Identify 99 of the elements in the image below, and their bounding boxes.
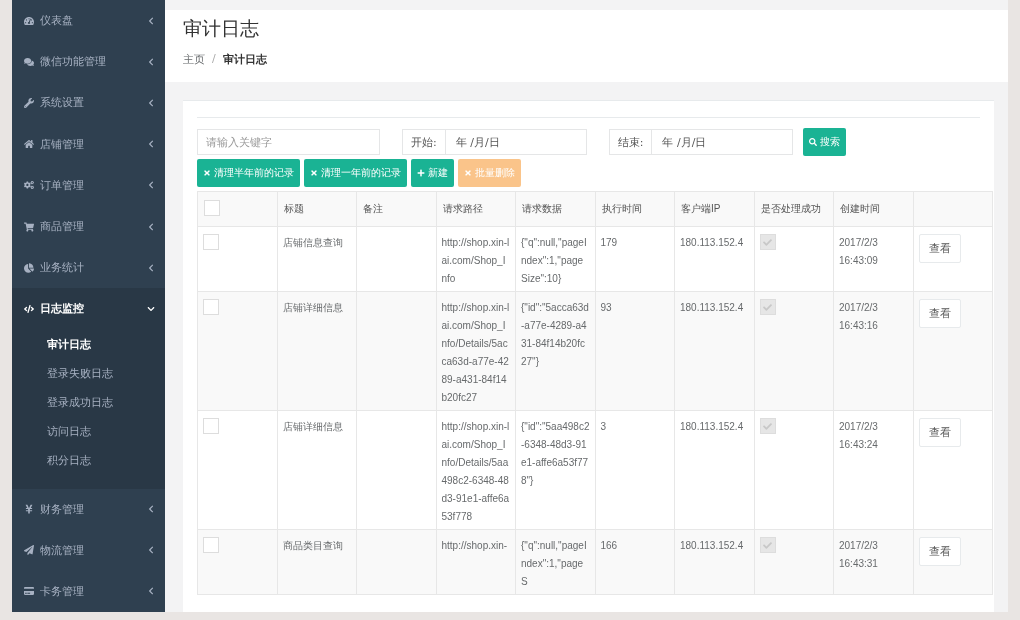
table-cell: http://shop.xin-: [436, 529, 516, 595]
column-header: 请求路径: [436, 191, 516, 227]
chevron-left-icon: [147, 98, 155, 107]
table-cell: 180.113.152.4: [674, 529, 754, 595]
sidebar-item[interactable]: 商品管理: [12, 205, 165, 248]
checkbox[interactable]: [203, 299, 219, 315]
sidebar-item[interactable]: 业务统计: [12, 247, 165, 289]
table-cell: http://shop.xin-lai.com/Shop_Info/Details/5aa498c2-6348-48d3-91e1-affe6a53f778: [436, 410, 516, 530]
sidebar-item[interactable]: 财务管理: [12, 488, 165, 530]
end-date-box[interactable]: 结束: 年 /月/日: [608, 129, 794, 155]
close-icon: [203, 169, 211, 177]
sidebar-item[interactable]: 日志监控: [12, 288, 165, 330]
close-icon: [310, 169, 318, 177]
table-cell: 2017/2/3 16:43:09: [833, 226, 913, 292]
card-icon: [24, 586, 34, 597]
keyword-field[interactable]: 请输入关键字: [197, 129, 380, 155]
check-icon: [763, 540, 772, 550]
chevron-left-icon: [147, 57, 155, 66]
table-cell: 179: [595, 226, 675, 292]
column-header: 客户端IP: [674, 191, 754, 227]
sidebar-item[interactable]: 店铺管理: [12, 123, 165, 165]
view-button[interactable]: 查看: [918, 234, 961, 263]
plus-icon: [417, 169, 425, 177]
action-button[interactable]: 新建: [411, 159, 454, 187]
checkbox[interactable]: [203, 234, 219, 250]
sidebar-item[interactable]: 仪表盘: [12, 0, 165, 42]
column-header: 备注: [356, 191, 436, 227]
pie-chart-icon: [24, 262, 34, 273]
chat-icon: [24, 56, 34, 67]
house-icon: [24, 139, 34, 150]
chevron-left-icon: [147, 546, 155, 555]
table-cell: 2017/2/3 16:43:31: [833, 529, 913, 595]
gears-icon: [24, 180, 34, 191]
breadcrumb-link[interactable]: 主页: [183, 52, 205, 67]
column-header: 创建时间: [833, 191, 913, 227]
table-cell: 166: [595, 529, 675, 595]
search-button[interactable]: 搜索: [803, 128, 847, 156]
checkbox[interactable]: [204, 200, 220, 216]
cart-icon: [24, 221, 34, 232]
table-cell: 3: [595, 410, 675, 530]
table-cell: 180.113.152.4: [674, 226, 754, 292]
search-icon: [809, 138, 818, 146]
table-cell: 93: [595, 291, 675, 411]
breadcrumb-link[interactable]: 审计日志: [222, 52, 267, 67]
action-button[interactable]: 清理一年前的记录: [304, 159, 407, 187]
column-header: 请求数据: [515, 191, 595, 227]
table-cell: {"q":null,"pageIndex":1,"pageS: [515, 529, 595, 595]
submenu-item[interactable]: 积分日志: [12, 445, 165, 475]
yen-icon: [24, 504, 34, 515]
start-date-box[interactable]: 开始: 年 /月/日: [402, 129, 587, 155]
sidebar-item[interactable]: 系统设置: [12, 82, 165, 124]
column-header: 是否处理成功: [754, 191, 834, 227]
table-cell: http://shop.xin-lai.com/Shop_Info: [436, 226, 516, 292]
table-cell: 180.113.152.4: [674, 410, 754, 530]
close-icon: [464, 169, 472, 177]
table-cell: 店铺详细信息: [277, 410, 357, 530]
view-button[interactable]: 查看: [918, 537, 961, 566]
chevron-left-icon: [147, 263, 155, 272]
breadcrumb-separator: /: [212, 52, 216, 67]
chevron-left-icon: [147, 587, 155, 596]
chevron-left-icon: [147, 16, 155, 25]
check-icon: [763, 237, 772, 247]
chevron-left-icon: [147, 505, 155, 514]
check-icon: [763, 421, 772, 431]
table-cell: 2017/2/3 16:43:16: [833, 291, 913, 411]
chevron-left-icon: [147, 181, 155, 190]
gauge-icon: [24, 15, 34, 26]
checkbox[interactable]: [203, 537, 219, 553]
checkbox[interactable]: [203, 418, 219, 434]
sidebar-item[interactable]: 订单管理: [12, 164, 165, 206]
sidebar-item[interactable]: 物流管理: [12, 529, 165, 571]
chevron-down-icon: [147, 304, 155, 313]
submenu-item[interactable]: 登录失败日志: [12, 358, 165, 388]
paper-plane-icon: [24, 545, 34, 556]
action-button[interactable]: 清理半年前的记录: [197, 159, 300, 187]
table-cell: 店铺详细信息: [277, 291, 357, 411]
table-cell: 商品类目查询: [277, 529, 357, 595]
submenu-item[interactable]: 访问日志: [12, 416, 165, 446]
submenu-item[interactable]: 登录成功日志: [12, 387, 165, 417]
sidebar-item[interactable]: 卡务管理: [12, 570, 165, 612]
table-cell: 店铺信息查询: [277, 226, 357, 292]
table-cell: http://shop.xin-lai.com/Shop_Info/Details/5acca63d-a77e-4289-a431-84f14b20fc27: [436, 291, 516, 411]
submenu-item[interactable]: 审计日志: [12, 329, 165, 359]
column-header: 标题: [277, 191, 357, 227]
chevron-left-icon: [147, 140, 155, 149]
table-cell: 180.113.152.4: [674, 291, 754, 411]
table-cell: {"id":"5acca63d-a77e-4289-a431-84f14b20fc27"}: [515, 291, 595, 411]
page-title: 审计日志: [183, 16, 260, 41]
table-cell: 2017/2/3 16:43:24: [833, 410, 913, 530]
code-icon: [24, 303, 34, 314]
check-icon: [763, 302, 772, 312]
table-cell: {"q":null,"pageIndex":1,"pageSize":10}: [515, 226, 595, 292]
sidebar-item[interactable]: 微信功能管理: [12, 41, 165, 83]
wrench-icon: [24, 97, 34, 108]
column-header: 执行时间: [595, 191, 675, 227]
chevron-left-icon: [147, 222, 155, 231]
table-cell: {"id":"5aa498c2-6348-48d3-91e1-affe6a53f778"}: [515, 410, 595, 530]
view-button[interactable]: 查看: [918, 418, 961, 447]
view-button[interactable]: 查看: [918, 299, 961, 328]
